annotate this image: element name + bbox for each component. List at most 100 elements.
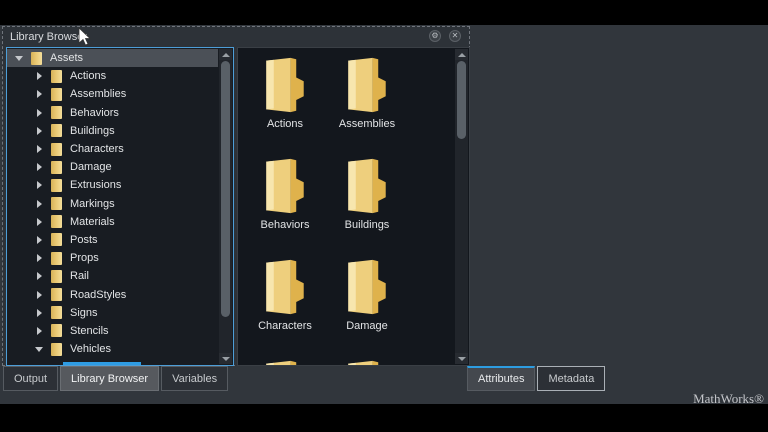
- scrollbar-thumb[interactable]: [221, 61, 230, 317]
- asset-folder-damage[interactable]: Damage: [326, 258, 408, 359]
- tree-item-markings[interactable]: Markings: [7, 195, 218, 213]
- folder-icon: [348, 360, 379, 365]
- folder-icon: [266, 360, 297, 365]
- folder-icon: [31, 51, 42, 65]
- expander-icon[interactable]: [33, 108, 45, 117]
- expander-icon[interactable]: [33, 290, 45, 299]
- folder-icon: [51, 215, 62, 229]
- application-window: Library Browser ⚙ ✕ Assets Actions Assem…: [0, 25, 768, 406]
- folder-icon: [51, 342, 62, 356]
- scroll-up-button[interactable]: [455, 49, 468, 60]
- tree-item-stencils[interactable]: Stencils: [7, 322, 218, 340]
- expander-icon[interactable]: [33, 235, 45, 244]
- expander-icon[interactable]: [33, 346, 45, 352]
- tab-variables[interactable]: Variables: [161, 366, 229, 391]
- folder-icon: [51, 178, 62, 192]
- expander-icon[interactable]: [33, 72, 45, 81]
- folder-icon: [266, 259, 304, 315]
- expander-icon[interactable]: [33, 272, 45, 281]
- expander-icon[interactable]: [33, 308, 45, 317]
- asset-folder-behaviors[interactable]: Behaviors: [244, 157, 326, 258]
- library-browser-panel: Library Browser ⚙ ✕ Assets Actions Assem…: [2, 26, 470, 366]
- panel-titlebar[interactable]: Library Browser ⚙ ✕: [3, 27, 469, 46]
- tree-item-vehicles[interactable]: Vehicles: [7, 340, 218, 358]
- expander-icon[interactable]: [33, 126, 45, 135]
- folder-icon: [348, 158, 386, 214]
- folder-icon: [51, 160, 62, 174]
- asset-folder-actions[interactable]: Actions: [244, 56, 326, 157]
- mathworks-logo: MathWorks®: [693, 391, 764, 406]
- tree-item-posts[interactable]: Posts: [7, 231, 218, 249]
- panel-close-icon[interactable]: ✕: [449, 30, 461, 42]
- tree-item-props[interactable]: Props: [7, 249, 218, 267]
- tree-item-damage[interactable]: Damage: [7, 158, 218, 176]
- scroll-down-button[interactable]: [455, 353, 468, 364]
- tree-item-adt-vehicles[interactable]: ADT Vehicles: [7, 358, 218, 361]
- tree-item-behaviors[interactable]: Behaviors: [7, 104, 218, 122]
- bottom-left-tab-bar: Output Library Browser Variables: [3, 366, 229, 391]
- asset-tree-panel: Assets Actions Assemblies Behaviors Buil…: [6, 47, 234, 366]
- tab-library-browser[interactable]: Library Browser: [60, 366, 160, 391]
- folder-icon: [51, 251, 62, 265]
- asset-grid-panel: Actions Assemblies Behaviors Buildings C…: [237, 47, 470, 366]
- scroll-up-button[interactable]: [219, 49, 232, 60]
- expander-icon[interactable]: [33, 145, 45, 154]
- tree-item-actions[interactable]: Actions: [7, 67, 218, 85]
- folder-icon: [51, 288, 62, 302]
- panel-settings-icon[interactable]: ⚙: [429, 30, 441, 42]
- folder-icon: [51, 69, 62, 83]
- asset-folder-buildings[interactable]: Buildings: [326, 157, 408, 258]
- tree-item-assets[interactable]: Assets: [7, 49, 218, 68]
- asset-folder[interactable]: [244, 359, 326, 365]
- folder-icon: [51, 106, 62, 120]
- grid-vertical-scrollbar[interactable]: [455, 49, 468, 364]
- expander-icon[interactable]: [33, 254, 45, 263]
- tab-attributes[interactable]: Attributes: [467, 366, 536, 391]
- folder-icon: [266, 158, 304, 214]
- tree-item-materials[interactable]: Materials: [7, 213, 218, 231]
- expander-icon[interactable]: [33, 163, 45, 172]
- tree-item-signs[interactable]: Signs: [7, 304, 218, 322]
- asset-folder-assemblies[interactable]: Assemblies: [326, 56, 408, 157]
- tree-item-assemblies[interactable]: Assemblies: [7, 85, 218, 103]
- folder-icon: [51, 142, 62, 156]
- arrow-down-icon: [221, 356, 230, 361]
- folder-icon: [51, 324, 62, 338]
- folder-icon: [51, 124, 62, 138]
- tree-item-roadstyles[interactable]: RoadStyles: [7, 285, 218, 303]
- bottom-right-tab-bar: Attributes Metadata: [467, 366, 606, 391]
- expander-icon[interactable]: [33, 199, 45, 208]
- arrow-up-icon: [221, 52, 230, 57]
- expander-icon[interactable]: [33, 326, 45, 335]
- arrow-up-icon: [457, 52, 466, 57]
- tree-horizontal-scrollbar-thumb[interactable]: [63, 362, 141, 365]
- arrow-down-icon: [457, 356, 466, 361]
- folder-icon: [348, 57, 386, 113]
- asset-folder-characters[interactable]: Characters: [244, 258, 326, 359]
- expander-icon[interactable]: [33, 181, 45, 190]
- folder-icon: [51, 269, 62, 283]
- expander-icon[interactable]: [33, 217, 45, 226]
- mouse-cursor: [78, 27, 91, 46]
- folder-icon: [348, 259, 386, 315]
- tree-item-extrusions[interactable]: Extrusions: [7, 176, 218, 194]
- tree-item-buildings[interactable]: Buildings: [7, 122, 218, 140]
- folder-icon: [51, 233, 62, 247]
- tree-item-characters[interactable]: Characters: [7, 140, 218, 158]
- expander-icon[interactable]: [33, 90, 45, 99]
- asset-grid: Actions Assemblies Behaviors Buildings C…: [244, 56, 453, 365]
- scrollbar-thumb[interactable]: [457, 61, 466, 139]
- tab-output[interactable]: Output: [3, 366, 59, 391]
- folder-icon: [51, 197, 62, 211]
- folder-icon: [51, 87, 62, 101]
- folder-icon: [266, 57, 304, 113]
- folder-icon: [51, 306, 62, 320]
- asset-tree: Assets Actions Assemblies Behaviors Buil…: [7, 49, 218, 361]
- tree-item-rail[interactable]: Rail: [7, 267, 218, 285]
- tree-vertical-scrollbar[interactable]: [219, 49, 232, 364]
- tab-metadata[interactable]: Metadata: [537, 366, 606, 391]
- panel-title: Library Browser: [10, 30, 88, 43]
- asset-folder[interactable]: [326, 359, 408, 365]
- scroll-down-button[interactable]: [219, 353, 232, 364]
- expander-icon[interactable]: [13, 55, 25, 61]
